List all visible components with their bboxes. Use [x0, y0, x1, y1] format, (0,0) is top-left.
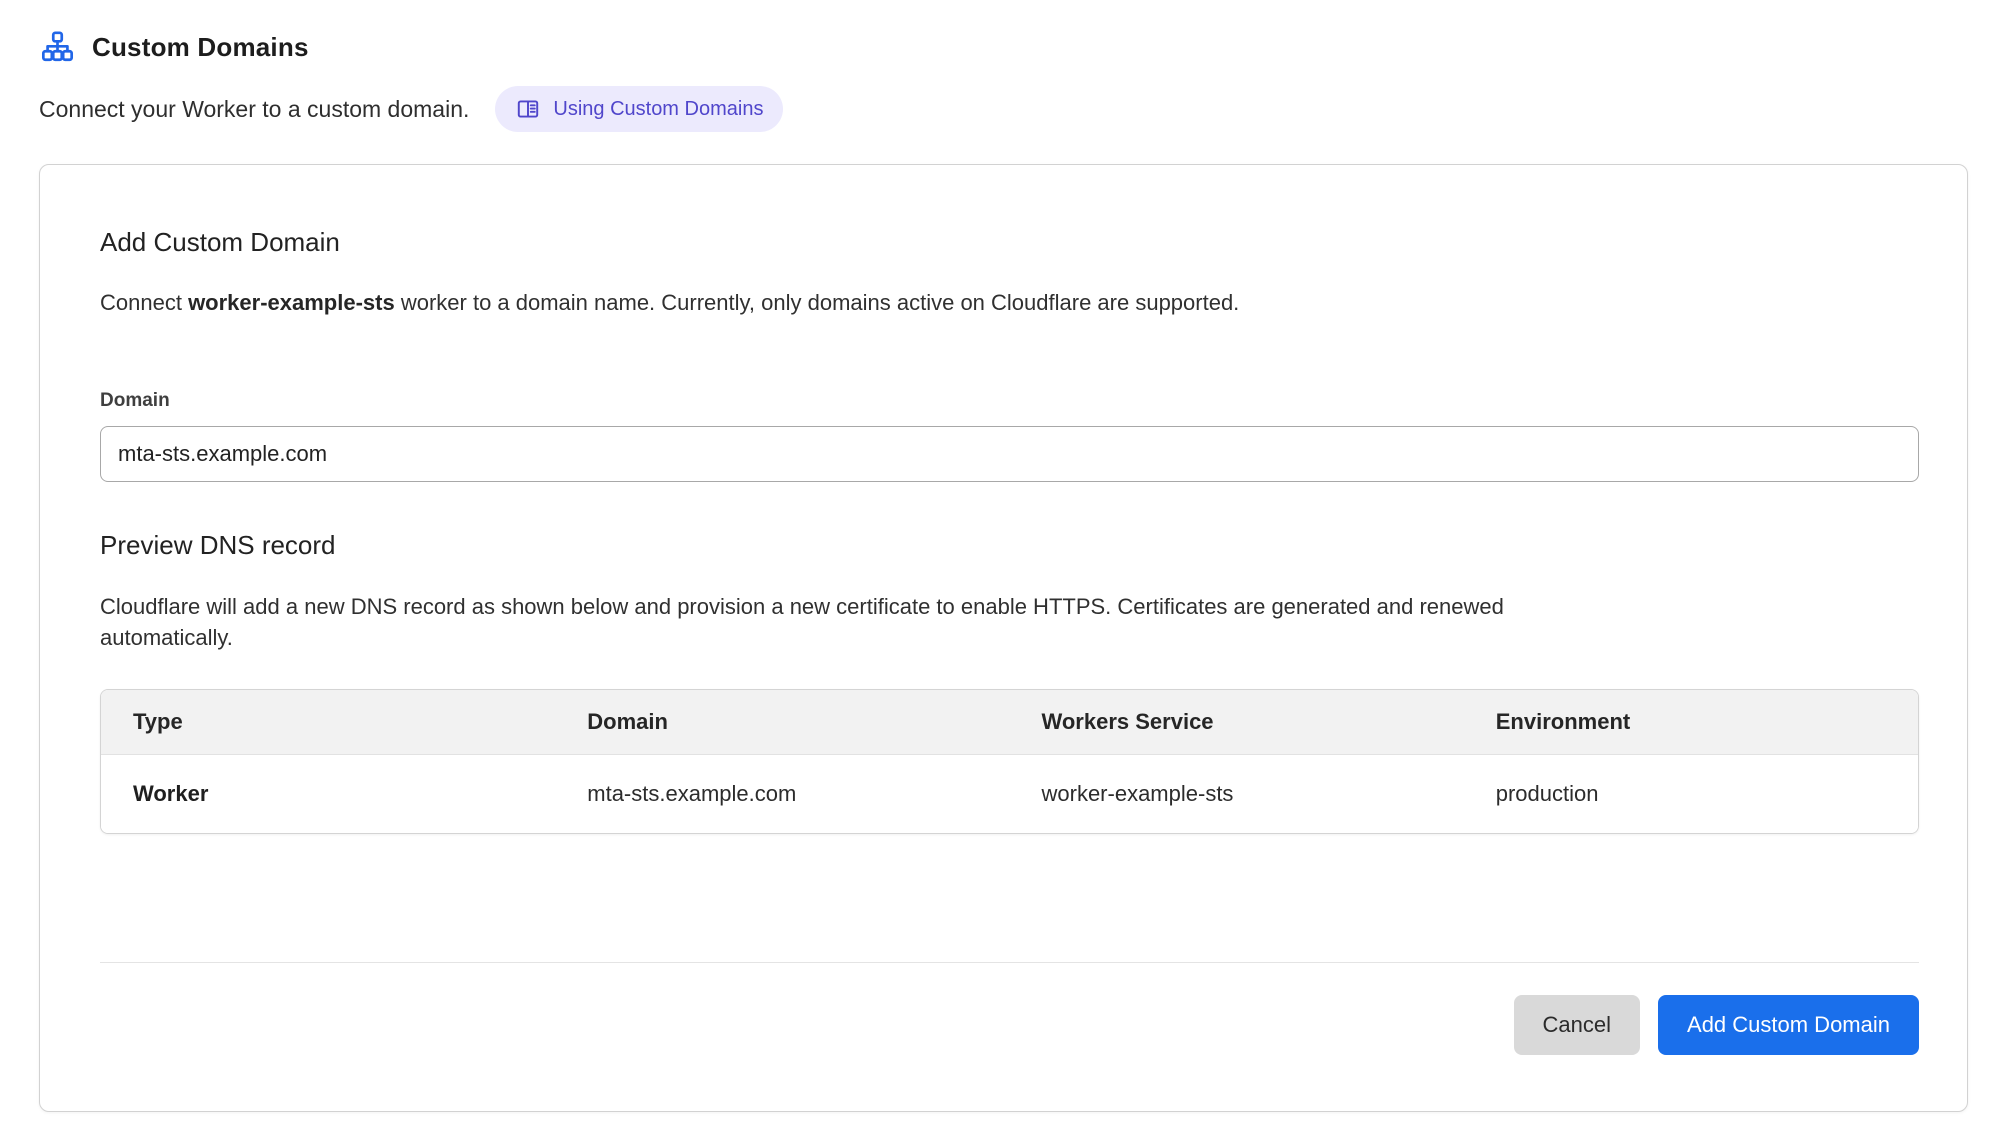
column-header-type: Type [101, 690, 555, 755]
cell-domain: mta-sts.example.com [555, 755, 1009, 834]
custom-domains-page: Custom Domains Connect your Worker to a … [0, 0, 1999, 1112]
docs-link-badge[interactable]: Using Custom Domains [495, 86, 783, 132]
column-header-workers-service: Workers Service [1010, 690, 1464, 755]
description-prefix: Connect [100, 290, 188, 315]
preview-dns-heading: Preview DNS record [100, 530, 1919, 561]
sitemap-icon [39, 30, 76, 64]
actions-row: Cancel Add Custom Domain [100, 995, 1919, 1055]
card-description: Connect worker-example-sts worker to a d… [100, 290, 1919, 316]
domain-label: Domain [100, 390, 1919, 412]
docs-link-label: Using Custom Domains [553, 99, 763, 119]
page-subtitle: Connect your Worker to a custom domain. [39, 96, 469, 123]
page-header: Custom Domains [39, 30, 1960, 64]
add-custom-domain-card: Add Custom Domain Connect worker-example… [39, 164, 1968, 1112]
dns-preview-table: Type Domain Workers Service Environment … [100, 689, 1919, 834]
column-header-domain: Domain [555, 690, 1009, 755]
page-subtitle-row: Connect your Worker to a custom domain. … [39, 86, 1960, 132]
column-header-environment: Environment [1464, 690, 1918, 755]
preview-dns-description: Cloudflare will add a new DNS record as … [100, 591, 1560, 653]
page-title: Custom Domains [92, 32, 309, 63]
cell-workers-service: worker-example-sts [1010, 755, 1464, 834]
add-custom-domain-button[interactable]: Add Custom Domain [1658, 995, 1919, 1055]
cell-environment: production [1464, 755, 1918, 834]
card-heading: Add Custom Domain [100, 227, 1919, 258]
card-footer: Cancel Add Custom Domain [100, 962, 1919, 1055]
description-suffix: worker to a domain name. Currently, only… [395, 290, 1240, 315]
cancel-button[interactable]: Cancel [1514, 995, 1640, 1055]
table-row: Worker mta-sts.example.com worker-exampl… [101, 755, 1918, 834]
cell-type: Worker [101, 755, 555, 834]
table-header-row: Type Domain Workers Service Environment [101, 690, 1918, 755]
worker-name: worker-example-sts [188, 290, 395, 315]
open-book-icon [515, 96, 541, 122]
footer-divider [100, 962, 1919, 963]
domain-input[interactable] [100, 426, 1919, 482]
